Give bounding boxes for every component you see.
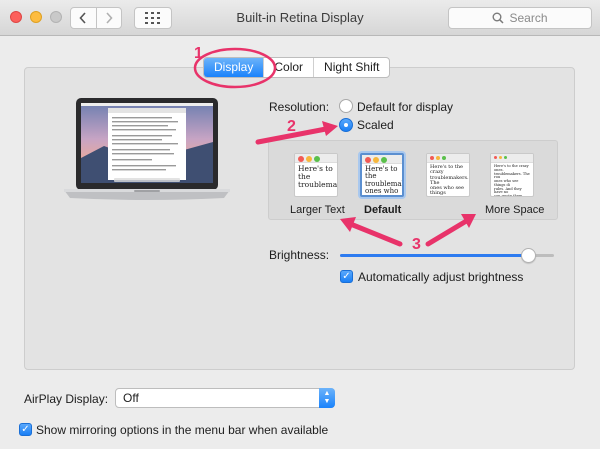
option-label-larger-text: Larger Text xyxy=(290,204,345,216)
annotation-number-3: 3 xyxy=(412,236,421,253)
annotation-number-2: 2 xyxy=(287,118,296,135)
macbook-illustration xyxy=(64,98,230,200)
preview-text: Here's to the crazy troublemakers. The o… xyxy=(430,164,469,197)
auto-brightness-checkbox[interactable]: ✓ xyxy=(340,270,353,283)
show-all-button[interactable] xyxy=(134,7,172,29)
auto-brightness-label[interactable]: Automatically adjust brightness xyxy=(358,270,523,284)
scaled-option-default[interactable]: Here's to the troublemakers. ones who se… xyxy=(360,153,404,197)
preview-text: Here's to the crazy ones. troublemakers.… xyxy=(494,164,530,197)
option-label-more-space: More Space xyxy=(485,204,545,216)
chevron-left-icon xyxy=(79,12,86,24)
tab-night-shift[interactable]: Night Shift xyxy=(313,58,389,77)
airplay-display-value: Off xyxy=(123,391,139,405)
chevron-updown-icon: ▲ ▼ xyxy=(319,388,335,408)
brightness-label: Brightness: xyxy=(269,248,330,262)
scaled-option-3[interactable]: Here's to the crazy troublemakers. The o… xyxy=(426,153,470,197)
system-preferences-window: Built-in Retina Display Search Display C… xyxy=(0,0,600,449)
airplay-display-label: AirPlay Display: xyxy=(24,392,109,406)
window-title: Built-in Retina Display xyxy=(236,10,364,25)
back-button[interactable] xyxy=(71,8,96,28)
minimize-window-button[interactable] xyxy=(30,11,42,23)
radio-scaled[interactable] xyxy=(339,118,353,132)
tab-bar: Display Color Night Shift xyxy=(203,57,391,78)
annotation-number-1: 1 xyxy=(194,45,203,62)
brightness-slider[interactable] xyxy=(340,248,554,263)
preview-text: Here's to the troublemakers. ones who se… xyxy=(365,165,402,196)
mirroring-label[interactable]: Show mirroring options in the menu bar w… xyxy=(36,423,328,437)
option-label-default: Default xyxy=(364,204,402,216)
grid-icon xyxy=(145,12,160,24)
scaled-option-more-space[interactable]: Here's to the crazy ones. troublemakers.… xyxy=(490,153,534,197)
tab-color[interactable]: Color xyxy=(263,58,313,77)
chevron-right-icon xyxy=(106,12,113,24)
tab-display[interactable]: Display xyxy=(204,58,264,77)
preview-text: Here's to the troublemakers xyxy=(298,164,337,189)
radio-default-for-display[interactable] xyxy=(339,99,353,113)
close-window-button[interactable] xyxy=(10,11,22,23)
search-placeholder: Search xyxy=(509,11,548,25)
zoom-window-button[interactable] xyxy=(50,11,62,23)
default-for-display-label[interactable]: Default for display xyxy=(357,100,453,114)
mirroring-checkbox[interactable]: ✓ xyxy=(19,423,32,436)
scaled-label[interactable]: Scaled xyxy=(357,118,394,132)
navigation-buttons xyxy=(70,7,122,29)
resolution-label: Resolution: xyxy=(269,100,330,114)
airplay-display-select[interactable]: Off ▲ ▼ xyxy=(115,388,335,408)
search-field[interactable]: Search xyxy=(448,7,592,29)
brightness-fill xyxy=(340,254,529,257)
scaled-option-larger-text[interactable]: Here's to the troublemakers xyxy=(294,153,338,197)
search-icon xyxy=(492,12,505,24)
title-bar: Built-in Retina Display Search xyxy=(0,0,600,36)
forward-button[interactable] xyxy=(95,8,122,28)
